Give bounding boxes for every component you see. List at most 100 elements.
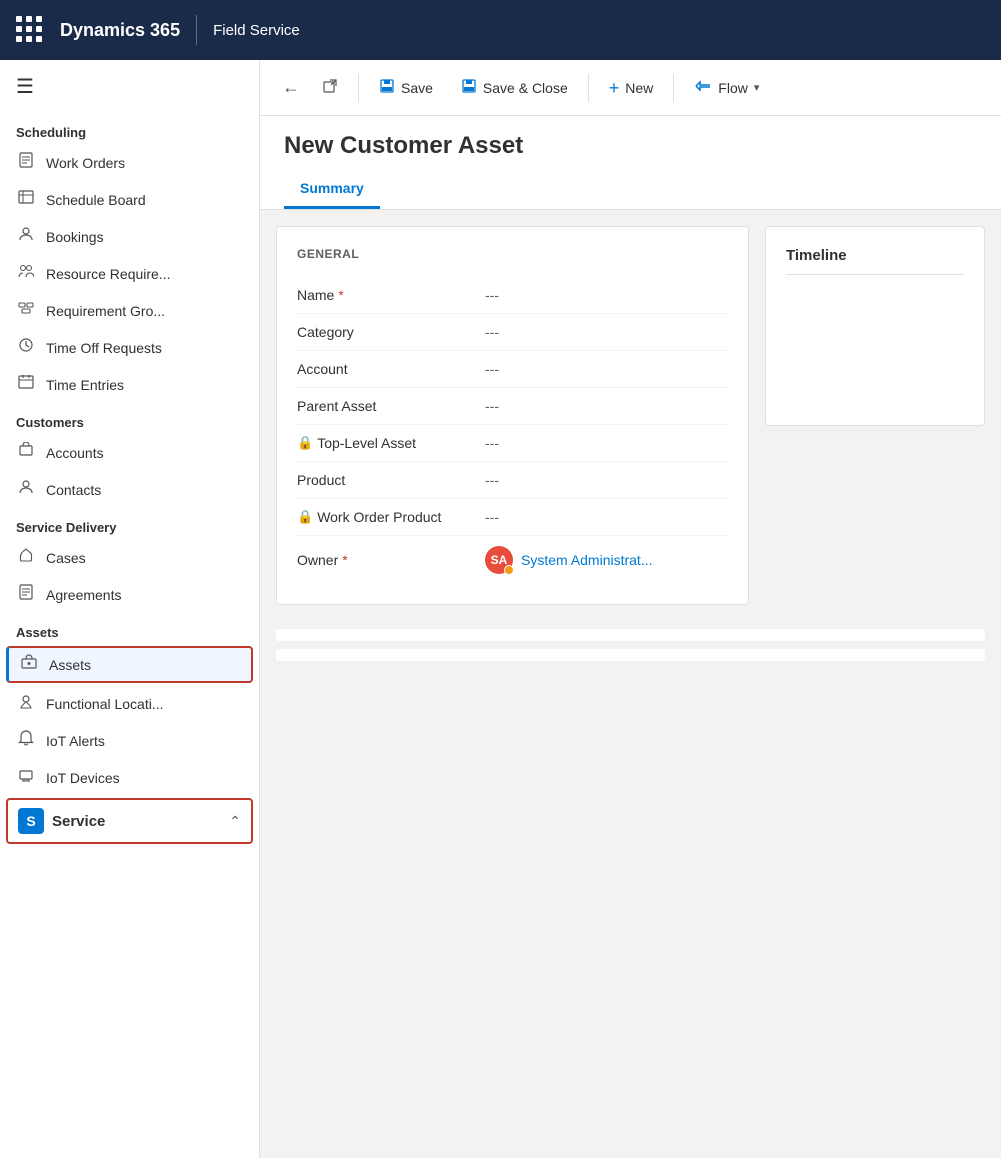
toolbar: ← Save Save & Close + [260,60,1001,116]
value-account[interactable]: --- [485,361,499,377]
tab-summary[interactable]: Summary [284,172,380,209]
page-header: New Customer Asset Summary [260,116,1001,210]
service-badge: S [18,808,44,834]
timeline-title: Timeline [786,247,964,275]
flow-button[interactable]: Flow ▾ [682,72,771,103]
sidebar-item-bookings[interactable]: Bookings [0,218,259,255]
external-link-button[interactable] [310,72,350,103]
label-product: Product [297,472,477,488]
toolbar-divider-2 [588,74,589,102]
sidebar-item-accounts[interactable]: Accounts [0,434,259,471]
form-row-top-level-asset: 🔒 Top-Level Asset --- [297,425,728,462]
app-launcher-icon[interactable] [16,16,44,44]
lock-icon-work-order: 🔒 [297,509,313,525]
value-top-level-asset: --- [485,435,499,451]
sidebar-item-functional-locations[interactable]: Functional Locati... [0,685,259,722]
sidebar-item-cases[interactable]: Cases [0,539,259,576]
sidebar-item-assets[interactable]: Assets [6,646,253,683]
sidebar-label-bookings: Bookings [46,229,104,245]
agreements-icon [16,584,36,605]
assets-icon [19,654,39,675]
label-category: Category [297,324,477,340]
service-bottom-item[interactable]: S Service ⌃ [6,798,253,844]
form-section-title: GENERAL [297,247,728,261]
time-off-requests-icon [16,337,36,358]
new-icon: + [609,79,620,97]
save-button[interactable]: Save [367,72,445,103]
lock-icon-top-level: 🔒 [297,435,313,451]
module-name: Field Service [213,22,300,39]
hamburger-menu[interactable]: ☰ [0,60,259,113]
sidebar-label-time-off-requests: Time Off Requests [46,340,162,356]
sidebar-item-contacts[interactable]: Contacts [0,471,259,508]
form-row-name: Name * --- [297,277,728,314]
timeline-card: Timeline [765,226,985,426]
back-button[interactable]: ← [276,71,306,104]
external-link-icon [322,78,338,97]
page-title: New Customer Asset [284,132,977,172]
flow-chevron-icon: ▾ [754,81,760,94]
accounts-icon [16,442,36,463]
sidebar-label-time-entries: Time Entries [46,377,124,393]
bookings-icon [16,226,36,247]
sidebar-label-requirement-groups: Requirement Gro... [46,303,165,319]
contacts-icon [16,479,36,500]
value-parent-asset[interactable]: --- [485,398,499,414]
sidebar-label-contacts: Contacts [46,482,101,498]
label-work-order-product: 🔒 Work Order Product [297,509,477,525]
value-owner[interactable]: System Administrat... [521,552,652,568]
sidebar-item-work-orders[interactable]: Work Orders [0,144,259,181]
page-content: New Customer Asset Summary GENERAL Name … [260,116,1001,1158]
work-orders-icon [16,152,36,173]
value-work-order-product: --- [485,509,499,525]
toolbar-divider-3 [673,74,674,102]
requirement-groups-icon [16,300,36,321]
sidebar-item-agreements[interactable]: Agreements [0,576,259,613]
sidebar-label-assets: Assets [49,657,91,673]
form-card-general: GENERAL Name * --- Category --- [276,226,749,605]
label-name: Name * [297,287,477,303]
sidebar-label-schedule-board: Schedule Board [46,192,146,208]
toolbar-divider-1 [358,74,359,102]
value-name[interactable]: --- [485,287,499,303]
sidebar-item-time-entries[interactable]: Time Entries [0,366,259,403]
section-scheduling: Scheduling [0,113,259,144]
form-row-category: Category --- [297,314,728,351]
sidebar-label-accounts: Accounts [46,445,104,461]
schedule-board-icon [16,189,36,210]
sidebar-item-time-off-requests[interactable]: Time Off Requests [0,329,259,366]
form-row-work-order-product: 🔒 Work Order Product --- [297,499,728,536]
label-owner: Owner * [297,552,477,568]
save-label: Save [401,80,433,96]
iot-devices-icon [16,767,36,788]
sidebar-item-schedule-board[interactable]: Schedule Board [0,181,259,218]
save-close-button[interactable]: Save & Close [449,72,580,103]
sidebar-item-requirement-groups[interactable]: Requirement Gro... [0,292,259,329]
sidebar-item-iot-alerts[interactable]: IoT Alerts [0,722,259,759]
new-button[interactable]: + New [597,73,666,103]
sidebar-label-iot-alerts: IoT Alerts [46,733,105,749]
value-product[interactable]: --- [485,472,499,488]
label-top-level-asset: 🔒 Top-Level Asset [297,435,477,451]
sidebar-item-resource-requirements[interactable]: Resource Require... [0,255,259,292]
save-icon [379,78,395,97]
form-row-account: Account --- [297,351,728,388]
main-content: ← Save Save & Close + [260,60,1001,1158]
flow-label: Flow [718,80,748,96]
sidebar: ☰ Scheduling Work Orders Schedule Board … [0,60,260,1158]
section-service-delivery: Service Delivery [0,508,259,539]
sidebar-item-iot-devices[interactable]: IoT Devices [0,759,259,796]
value-category[interactable]: --- [485,324,499,340]
sidebar-label-functional-locations: Functional Locati... [46,696,164,712]
section-customers: Customers [0,403,259,434]
form-row-owner: Owner * SA System Administrat... [297,536,728,584]
flow-icon [694,78,712,97]
sidebar-label-work-orders: Work Orders [46,155,125,171]
spacer-bar-1 [276,629,985,641]
sidebar-label-iot-devices: IoT Devices [46,770,120,786]
required-star-name: * [338,287,343,303]
tab-bar: Summary [284,172,977,209]
sidebar-label-resource-requirements: Resource Require... [46,266,171,282]
owner-value-row: SA System Administrat... [485,546,652,574]
sidebar-label-cases: Cases [46,550,86,566]
